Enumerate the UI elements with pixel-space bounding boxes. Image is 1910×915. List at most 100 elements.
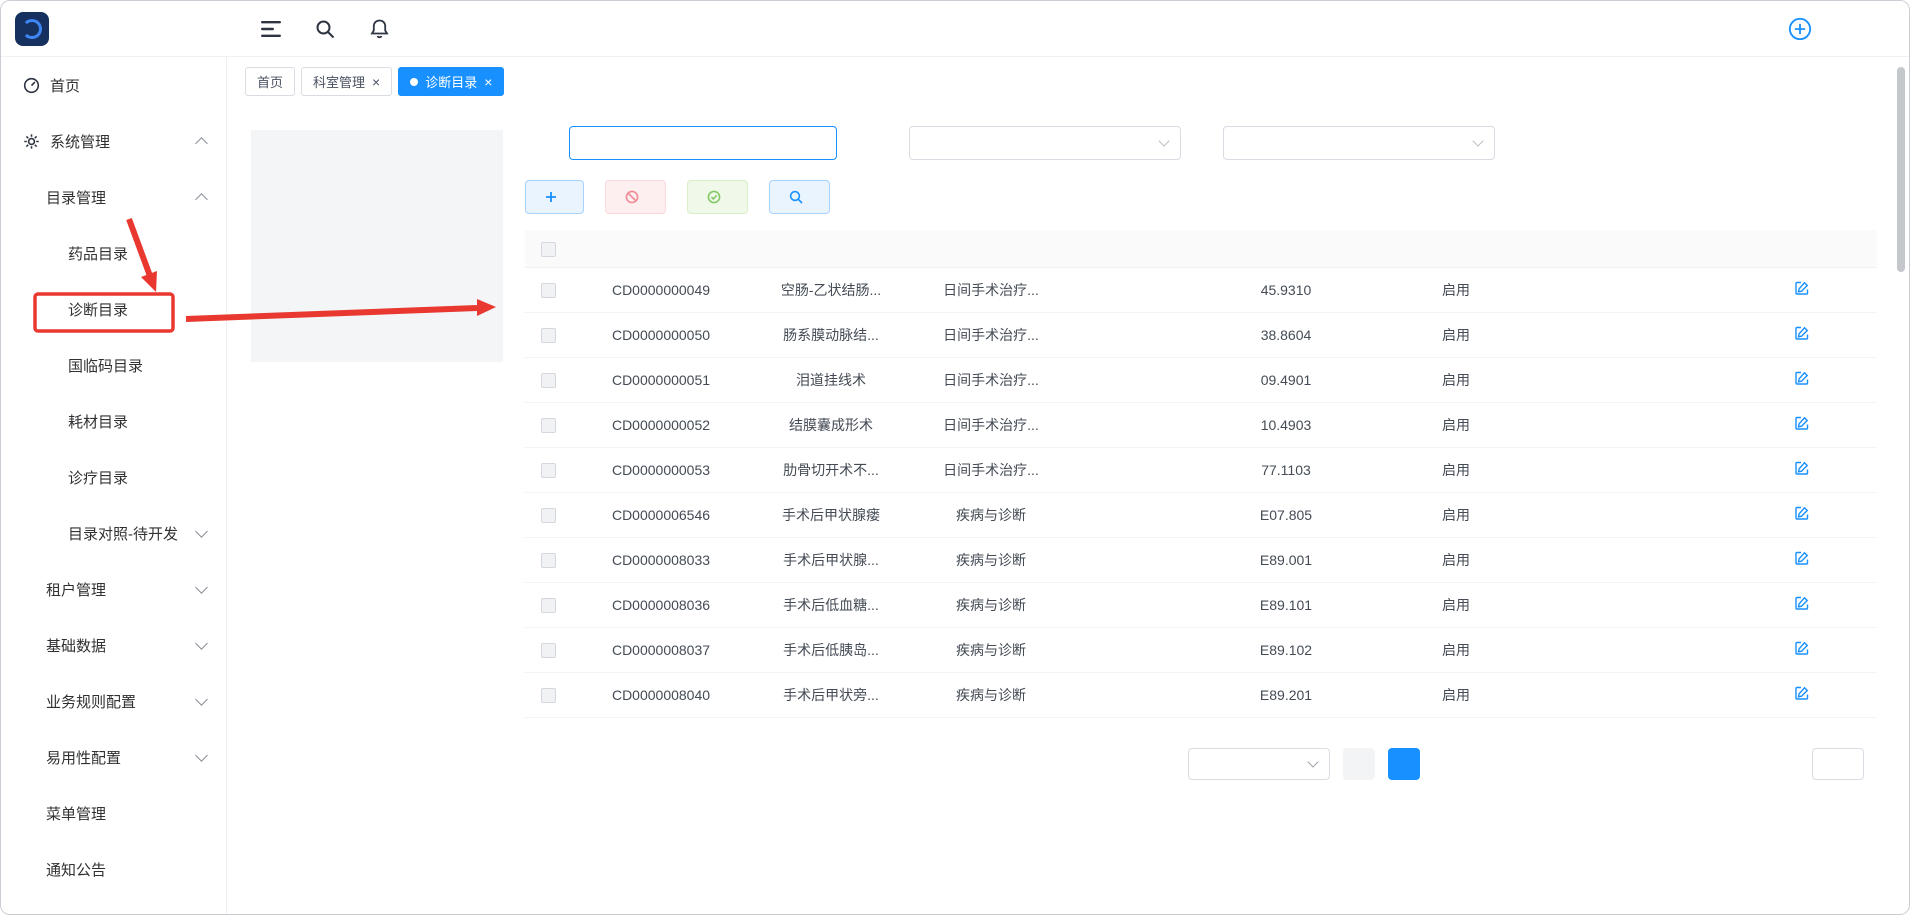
sidebar-item[interactable]: 首页 <box>1 57 226 113</box>
disable-button[interactable] <box>605 180 666 214</box>
tab[interactable]: 诊断目录 <box>398 67 504 96</box>
sidebar-item[interactable]: 诊断目录 <box>1 281 226 337</box>
vertical-scrollbar[interactable] <box>1897 67 1905 272</box>
sidebar-item[interactable]: 耗材目录 <box>1 393 226 449</box>
select-all-checkbox[interactable] <box>541 242 556 257</box>
table-row: CD0000008037 手术后低胰岛... 疾病与诊断 E89.102 启用 <box>525 627 1877 672</box>
search-icon[interactable] <box>313 17 337 41</box>
cell-description <box>1541 582 1731 627</box>
next-page-button[interactable] <box>1748 748 1780 780</box>
catalog-item[interactable] <box>251 275 503 304</box>
edit-button[interactable] <box>1795 686 1814 700</box>
edit-icon <box>1795 596 1809 610</box>
column-header <box>751 230 911 267</box>
cell-code: CD0000008033 <box>571 537 751 582</box>
row-checkbox[interactable] <box>541 373 556 388</box>
tab[interactable]: 首页 <box>245 67 295 96</box>
page-number-button[interactable] <box>1433 748 1465 780</box>
edit-button[interactable] <box>1795 551 1814 565</box>
sidebar-item-label: 国临码目录 <box>68 355 143 376</box>
sidebar-item[interactable]: 诊疗目录 <box>1 449 226 505</box>
sidebar-item[interactable]: 系统管理 <box>1 113 226 169</box>
enable-button[interactable] <box>687 180 748 214</box>
row-checkbox[interactable] <box>541 283 556 298</box>
goto-page-input[interactable] <box>1812 748 1864 780</box>
page-number-button[interactable] <box>1478 748 1510 780</box>
active-tab-dot <box>410 78 418 86</box>
catalog-item[interactable] <box>251 159 503 188</box>
edit-button[interactable] <box>1795 641 1814 655</box>
disease-search-input[interactable] <box>569 126 837 160</box>
edit-icon <box>1795 506 1809 520</box>
catalog-item[interactable] <box>251 130 503 159</box>
page-number-button[interactable] <box>1388 748 1420 780</box>
catalog-item[interactable] <box>251 188 503 217</box>
table-row: CD0000000052 结膜囊成形术 日间手术治疗... 10.4903 启用 <box>525 402 1877 447</box>
row-checkbox[interactable] <box>541 553 556 568</box>
page-size-select[interactable] <box>1188 748 1330 780</box>
plus-icon <box>545 191 557 203</box>
cell-code: CD0000000053 <box>571 447 751 492</box>
page-number-button[interactable] <box>1613 748 1645 780</box>
sidebar-item[interactable]: 目录对照-待开发 <box>1 505 226 561</box>
catalog-item[interactable] <box>251 333 503 362</box>
page-number-button[interactable] <box>1703 748 1735 780</box>
cell-type <box>1071 627 1201 672</box>
page-number-button[interactable] <box>1523 748 1555 780</box>
edit-button[interactable] <box>1795 506 1814 520</box>
edit-button[interactable] <box>1795 596 1814 610</box>
diagnosis-type-select[interactable] <box>1223 126 1495 160</box>
sidebar-item[interactable]: 租户管理 <box>1 561 226 617</box>
cell-category: 疾病与诊断 <box>911 492 1071 537</box>
page-number-button[interactable] <box>1568 748 1600 780</box>
row-checkbox[interactable] <box>541 688 556 703</box>
cell-code: CD0000000051 <box>571 357 751 402</box>
edit-button[interactable] <box>1795 281 1814 295</box>
sidebar-item[interactable]: 国临码目录 <box>1 337 226 393</box>
chevron-down-icon <box>195 693 208 706</box>
row-checkbox[interactable] <box>541 598 556 613</box>
tab-close-icon[interactable] <box>484 75 492 89</box>
catalog-list <box>251 130 503 362</box>
diagnosis-table: CD0000000049 空肠-乙状结肠... 日间手术治疗... 45.931… <box>525 230 1877 718</box>
cell-insurance-code: 77.1103 <box>1201 447 1371 492</box>
sidebar-item[interactable]: 菜单管理 <box>1 785 226 841</box>
catalog-item[interactable] <box>251 217 503 246</box>
sidebar-item[interactable]: 基础数据 <box>1 617 226 673</box>
topbar-icons <box>259 17 391 41</box>
sidebar-item-label: 菜单管理 <box>46 803 106 824</box>
column-header <box>1071 230 1201 267</box>
pages-ellipsis[interactable] <box>1658 748 1690 780</box>
sidebar-item[interactable]: 业务规则配置 <box>1 673 226 729</box>
row-checkbox[interactable] <box>541 643 556 658</box>
edit-button[interactable] <box>1795 416 1814 430</box>
sidebar-item[interactable]: 药品目录 <box>1 225 226 281</box>
table-row: CD0000008036 手术后低血糖... 疾病与诊断 E89.101 启用 <box>525 582 1877 627</box>
cell-type <box>1071 357 1201 402</box>
user-menu[interactable] <box>1788 17 1909 41</box>
add-item-button[interactable] <box>525 180 584 214</box>
query-button[interactable] <box>769 180 830 214</box>
sidebar-item[interactable]: 易用性配置 <box>1 729 226 785</box>
row-checkbox[interactable] <box>541 463 556 478</box>
tab[interactable]: 科室管理 <box>301 67 392 96</box>
tab-close-icon[interactable] <box>372 75 380 89</box>
catalog-item[interactable] <box>251 246 503 275</box>
edit-button[interactable] <box>1795 371 1814 385</box>
row-checkbox[interactable] <box>541 508 556 523</box>
column-header <box>911 230 1071 267</box>
catalog-item[interactable] <box>251 304 503 333</box>
edit-button[interactable] <box>1795 326 1814 340</box>
cell-code: CD0000000049 <box>571 267 751 312</box>
edit-button[interactable] <box>1795 461 1814 475</box>
row-checkbox[interactable] <box>541 418 556 433</box>
row-checkbox[interactable] <box>541 328 556 343</box>
bell-icon[interactable] <box>367 17 391 41</box>
table-row: CD0000000051 泪道挂线术 日间手术治疗... 09.4901 启用 <box>525 357 1877 402</box>
prev-page-button[interactable] <box>1343 748 1375 780</box>
sidebar-item[interactable]: 通知公告 <box>1 841 226 897</box>
cell-status: 启用 <box>1371 627 1541 672</box>
hamburger-menu-icon[interactable] <box>259 17 283 41</box>
sidebar-item[interactable]: 目录管理 <box>1 169 226 225</box>
status-select[interactable] <box>909 126 1181 160</box>
